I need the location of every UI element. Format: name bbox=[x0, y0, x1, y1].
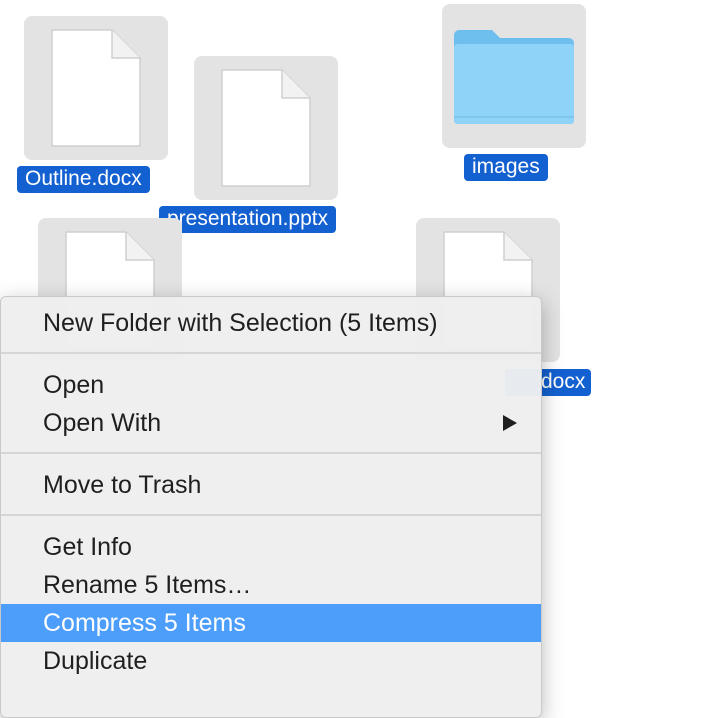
menu-item-move-to-trash[interactable]: Move to Trash bbox=[1, 466, 541, 504]
file-label-images[interactable]: images bbox=[464, 154, 548, 181]
menu-item-open-with-label: Open With bbox=[43, 409, 162, 437]
menu-item-open[interactable]: Open bbox=[1, 366, 541, 404]
folder-icon-images[interactable] bbox=[442, 4, 586, 148]
menu-item-compress[interactable]: Compress 5 Items bbox=[1, 604, 541, 642]
folder-icon bbox=[454, 30, 574, 124]
document-icon bbox=[51, 29, 141, 147]
menu-item-new-folder-with-selection[interactable]: New Folder with Selection (5 Items) bbox=[1, 304, 541, 342]
menu-separator bbox=[1, 452, 541, 454]
menu-separator bbox=[1, 514, 541, 516]
menu-separator bbox=[1, 352, 541, 354]
context-menu: New Folder with Selection (5 Items) Open… bbox=[0, 296, 542, 718]
file-label-presentation[interactable]: presentation.pptx bbox=[159, 206, 337, 233]
file-icon-presentation[interactable] bbox=[194, 56, 338, 200]
file-icon-outline[interactable] bbox=[24, 16, 168, 160]
file-label-outline[interactable]: Outline.docx bbox=[17, 166, 150, 193]
menu-item-get-info[interactable]: Get Info bbox=[1, 528, 541, 566]
menu-item-open-with[interactable]: Open With bbox=[1, 404, 541, 442]
submenu-arrow-icon bbox=[503, 415, 517, 431]
document-icon bbox=[221, 69, 311, 187]
menu-item-duplicate[interactable]: Duplicate bbox=[1, 642, 541, 680]
menu-item-rename[interactable]: Rename 5 Items… bbox=[1, 566, 541, 604]
